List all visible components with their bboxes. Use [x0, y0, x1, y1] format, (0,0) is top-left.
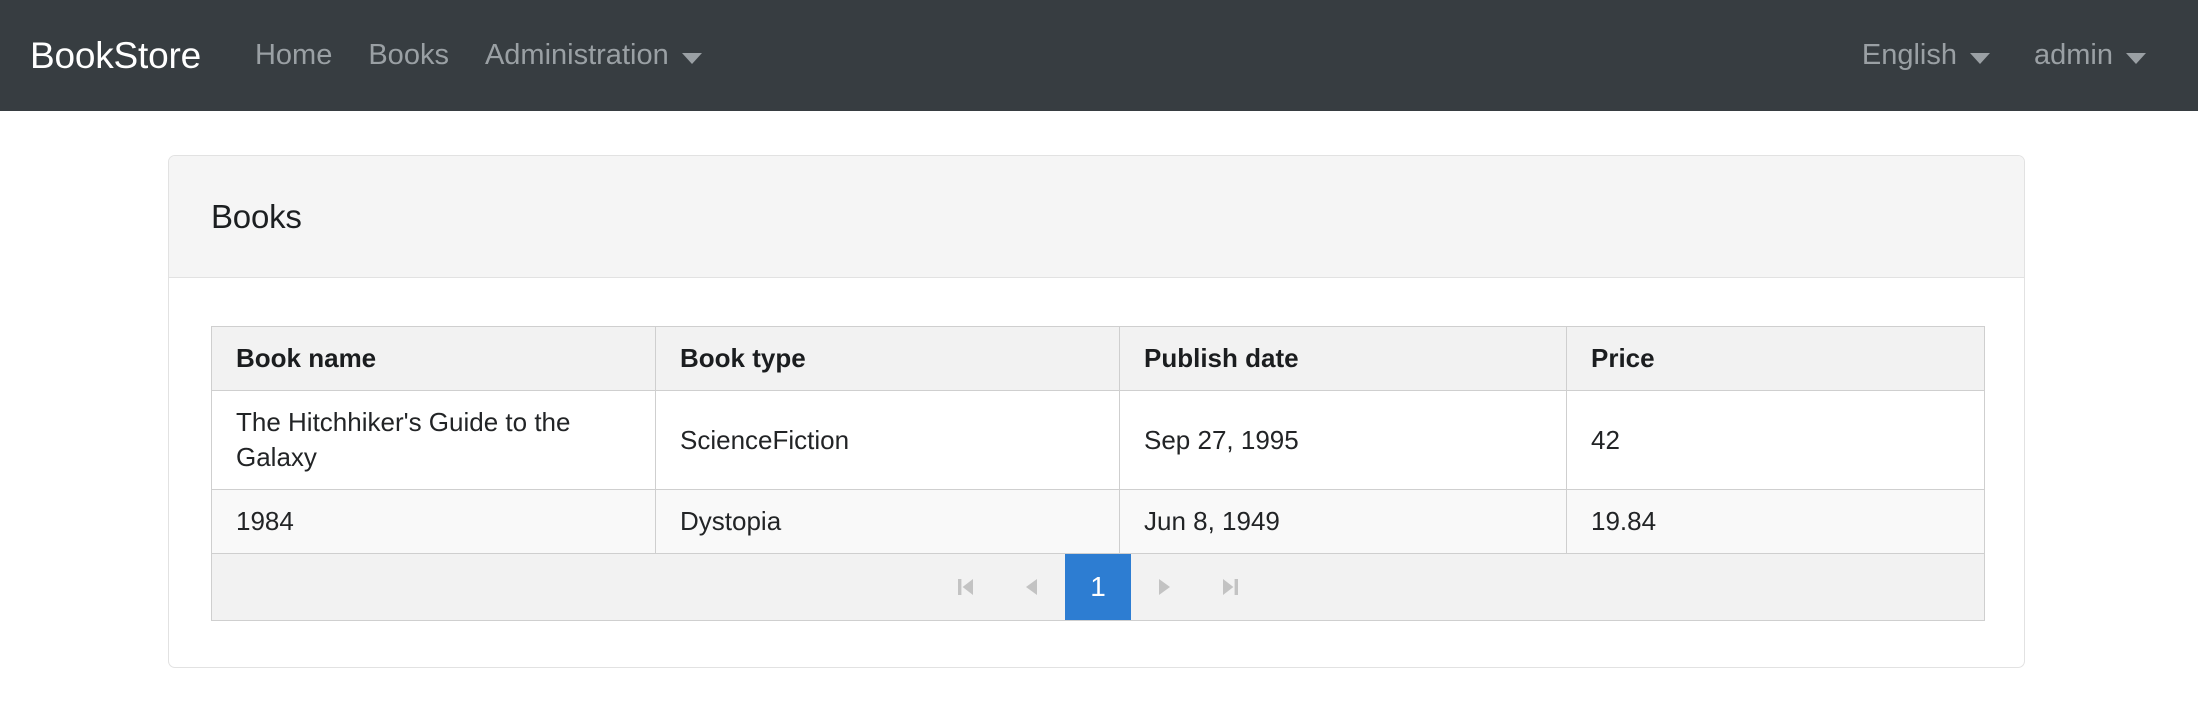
nav-item-home-label: Home — [255, 39, 332, 72]
books-table-head: Book name Book type Publish date Price — [212, 327, 1985, 391]
user-menu[interactable]: admin — [2012, 39, 2168, 72]
column-header-book-type[interactable]: Book type — [656, 327, 1120, 391]
cell-publish-date: Jun 8, 1949 — [1120, 490, 1567, 554]
cell-book-name: The Hitchhiker's Guide to the Galaxy — [212, 391, 656, 490]
chevron-down-icon — [2126, 53, 2146, 64]
books-card-header: Books — [169, 156, 2024, 278]
top-navbar: BookStore Home Books Administration Engl… — [0, 0, 2198, 111]
language-selector-label: English — [1862, 39, 1957, 72]
cell-price: 42 — [1567, 391, 1985, 490]
column-header-price[interactable]: Price — [1567, 327, 1985, 391]
pagination-row: 1 — [212, 554, 1985, 621]
nav-item-books[interactable]: Books — [350, 39, 467, 72]
pagination-last-button[interactable] — [1197, 554, 1263, 620]
chevron-down-icon — [682, 53, 702, 64]
previous-page-icon — [1019, 574, 1045, 600]
nav-item-books-label: Books — [368, 39, 449, 72]
pagination-page-1[interactable]: 1 — [1065, 554, 1131, 620]
column-header-publish-date[interactable]: Publish date — [1120, 327, 1567, 391]
nav-item-administration-label: Administration — [485, 39, 669, 72]
nav-item-administration[interactable]: Administration — [467, 39, 720, 72]
books-table: Book name Book type Publish date Price T… — [211, 326, 1985, 621]
page-content: Books Book name Book type Publish date P… — [0, 111, 2198, 668]
column-header-book-name[interactable]: Book name — [212, 327, 656, 391]
primary-nav: Home Books Administration — [237, 39, 720, 72]
books-table-foot: 1 — [212, 554, 1985, 621]
cell-book-type: Dystopia — [656, 490, 1120, 554]
first-page-icon — [953, 574, 979, 600]
brand-logo[interactable]: BookStore — [30, 35, 201, 77]
pagination-next-button[interactable] — [1131, 554, 1197, 620]
books-card: Books Book name Book type Publish date P… — [168, 155, 2025, 668]
chevron-down-icon — [1970, 53, 1990, 64]
table-row[interactable]: 1984 Dystopia Jun 8, 1949 19.84 — [212, 490, 1985, 554]
user-menu-label: admin — [2034, 39, 2113, 72]
page-title: Books — [211, 198, 302, 236]
pagination: 1 — [212, 554, 1984, 620]
books-card-body: Book name Book type Publish date Price T… — [169, 278, 2024, 667]
books-table-body: The Hitchhiker's Guide to the Galaxy Sci… — [212, 391, 1985, 554]
cell-book-type: ScienceFiction — [656, 391, 1120, 490]
next-page-icon — [1151, 574, 1177, 600]
pagination-container: 1 — [212, 554, 1985, 621]
table-row[interactable]: The Hitchhiker's Guide to the Galaxy Sci… — [212, 391, 1985, 490]
secondary-nav: English admin — [1840, 39, 2168, 72]
pagination-prev-button[interactable] — [999, 554, 1065, 620]
language-selector[interactable]: English — [1840, 39, 2012, 72]
cell-publish-date: Sep 27, 1995 — [1120, 391, 1567, 490]
pagination-first-button[interactable] — [933, 554, 999, 620]
last-page-icon — [1217, 574, 1243, 600]
table-header-row: Book name Book type Publish date Price — [212, 327, 1985, 391]
cell-price: 19.84 — [1567, 490, 1985, 554]
nav-item-home[interactable]: Home — [237, 39, 350, 72]
cell-book-name: 1984 — [212, 490, 656, 554]
